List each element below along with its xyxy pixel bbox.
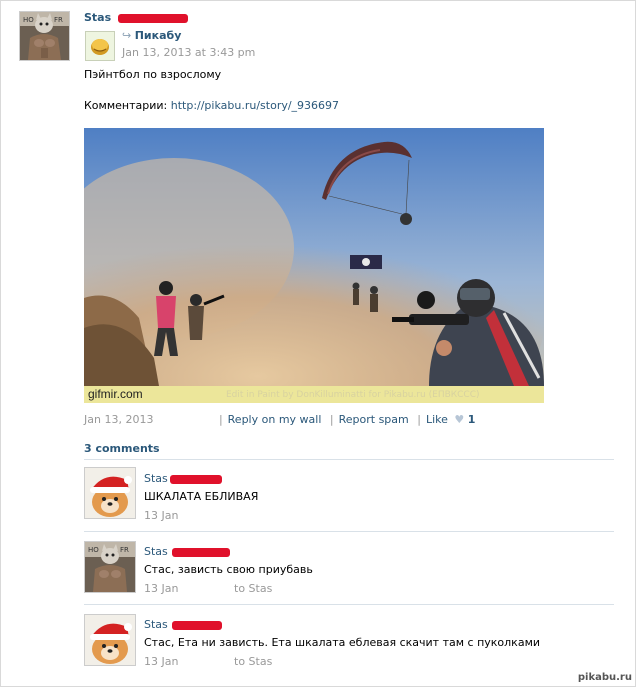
pikabu-group-avatar[interactable] bbox=[85, 31, 115, 61]
cat-avatar-icon: HO FR bbox=[20, 12, 69, 60]
repost-source[interactable]: ↪ Пикабу bbox=[122, 29, 181, 42]
comments-count[interactable]: 3 comments bbox=[84, 442, 160, 455]
image-edit-watermark: Edit in Paint by DonKilluminatti for Pik… bbox=[226, 390, 480, 400]
post-text: Пэйнтбол по взрослому bbox=[84, 68, 222, 81]
post-image[interactable]: gifmir.com Edit in Paint by DonKillumina… bbox=[84, 128, 544, 403]
comment-date[interactable]: 13 Jan bbox=[144, 509, 178, 522]
santa-dog-avatar-icon bbox=[85, 468, 135, 518]
comment-avatar[interactable] bbox=[84, 467, 136, 519]
like-button[interactable]: Like bbox=[426, 413, 448, 426]
comment-date[interactable]: 13 Jan bbox=[144, 582, 178, 595]
svg-text:HO: HO bbox=[23, 16, 34, 24]
svg-text:FR: FR bbox=[120, 546, 129, 554]
repost-date[interactable]: Jan 13, 2013 at 3:43 pm bbox=[122, 46, 255, 59]
comment-divider bbox=[84, 531, 614, 532]
paintball-gif-image bbox=[84, 128, 544, 403]
pikabu-cookie-icon bbox=[86, 32, 114, 60]
comments-link[interactable]: http://pikabu.ru/story/_936697 bbox=[171, 99, 339, 112]
redacted-surname bbox=[117, 13, 188, 23]
comments-divider bbox=[84, 459, 614, 460]
comment-reply-to[interactable]: to Stas bbox=[234, 655, 272, 668]
post-author[interactable]: Stas bbox=[84, 11, 188, 24]
reply-on-wall-link[interactable]: Reply on my wall bbox=[228, 413, 322, 426]
heart-icon: ♥ bbox=[454, 413, 465, 426]
post-comments-line: Комментарии: http://pikabu.ru/story/_936… bbox=[84, 99, 340, 112]
comment-author[interactable]: Stas bbox=[144, 472, 222, 485]
santa-dog-avatar-icon bbox=[85, 615, 135, 665]
comment-avatar[interactable] bbox=[84, 614, 136, 666]
image-source-caption: gifmir.com bbox=[88, 387, 143, 401]
comment-reply-to[interactable]: to Stas bbox=[234, 582, 272, 595]
svg-text:FR: FR bbox=[54, 16, 63, 24]
post-date[interactable]: Jan 13, 2013 bbox=[84, 413, 153, 426]
comment-date[interactable]: 13 Jan bbox=[144, 655, 178, 668]
redacted-surname bbox=[171, 547, 230, 557]
report-spam-link[interactable]: Report spam bbox=[339, 413, 409, 426]
author-avatar[interactable]: HO FR bbox=[19, 11, 70, 61]
comment-text: Стас, зависть свою приубавь bbox=[144, 563, 313, 576]
cat-avatar-icon: HO FR bbox=[85, 542, 135, 592]
comment-text: ШКАЛАТА ЕБЛИВАЯ bbox=[144, 490, 259, 503]
site-watermark: pikabu.ru bbox=[577, 672, 632, 683]
comment-author[interactable]: Stas bbox=[144, 618, 222, 631]
comment-text: Стас, Ета ни зависть. Ета шкалата еблева… bbox=[144, 636, 541, 649]
comment-divider bbox=[84, 604, 614, 605]
post-actions: Jan 13, 2013 | Reply on my wall | Report s… bbox=[84, 413, 476, 426]
like-count: 1 bbox=[467, 413, 476, 426]
redacted-surname bbox=[171, 620, 222, 630]
repost-arrow-icon: ↪ bbox=[122, 29, 132, 42]
comment-author[interactable]: Stas bbox=[144, 545, 230, 558]
comment-avatar[interactable]: HO FR bbox=[84, 541, 136, 593]
svg-text:HO: HO bbox=[88, 546, 99, 554]
redacted-surname bbox=[169, 474, 222, 484]
